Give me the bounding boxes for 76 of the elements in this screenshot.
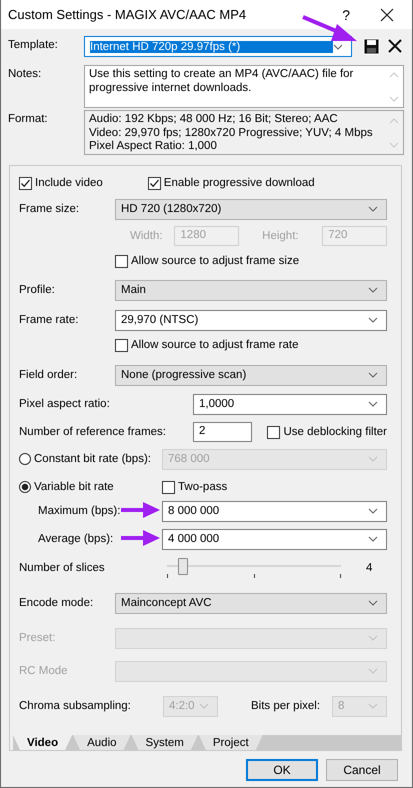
annotation-arrow — [121, 529, 161, 547]
checkbox-label: Allow source to adjust frame size — [131, 255, 300, 267]
field-label: Template: — [8, 38, 59, 51]
format-field: Audio: 192 Kbps; 48 000 Hz; 16 Bit; Stereo; AAC Video: 29,970 fps; 1280x720 Progressive; YUV; 4 Mbps Pixel Aspect Ratio: 1,000 — [84, 110, 404, 155]
tab[interactable]: Video — [13, 735, 72, 750]
chevron-icon — [199, 703, 209, 709]
field-label: Chroma subsampling: — [19, 700, 132, 712]
field-label: Format: — [8, 112, 49, 125]
field-label: RC Mode — [19, 665, 69, 677]
field-label: Profile: — [19, 284, 56, 296]
field-label: Frame rate: — [19, 314, 80, 326]
help-button[interactable]: ? — [342, 6, 350, 22]
checkbox-label: Two-pass — [178, 481, 228, 493]
chevron-icon — [368, 600, 378, 606]
checkbox[interactable] — [148, 176, 161, 190]
chevron-icon — [333, 44, 343, 50]
dropdown[interactable]: None (progressive scan) — [115, 364, 387, 386]
dropdown[interactable]: 1,0000 — [193, 394, 387, 414]
notes-field[interactable]: Use this setting to create an MP4 (AVC/AAC) file for progressive internet downloads. — [84, 65, 404, 108]
delete-icon[interactable] — [388, 39, 402, 53]
chevron-icon — [368, 703, 378, 709]
dropdown[interactable]: Main — [115, 280, 387, 300]
tab[interactable]: Project — [198, 735, 263, 750]
radio-button[interactable] — [19, 481, 31, 493]
tab[interactable]: Audio — [73, 735, 131, 750]
chevron-icon — [368, 536, 378, 542]
dropdown[interactable]: 8 000 000 — [162, 500, 387, 522]
chevron-icon — [368, 668, 378, 674]
field-label: Width: — [129, 230, 164, 242]
close-icon[interactable] — [380, 8, 394, 22]
radio-label: Constant bit rate (bps): — [34, 453, 151, 465]
dropdown[interactable]: Mainconcept AVC — [115, 592, 387, 614]
chevron-icon — [368, 635, 378, 641]
reference-frames-field[interactable]: 2 — [193, 422, 252, 442]
checkbox-label: Include video — [35, 177, 103, 189]
field-label: Notes: — [8, 67, 42, 80]
checkbox[interactable] — [115, 254, 128, 268]
radio-button[interactable] — [19, 453, 31, 465]
field-label: Frame size: — [19, 203, 80, 215]
field-label: Encode mode: — [19, 597, 94, 609]
save-icon[interactable] — [364, 39, 379, 54]
checkbox[interactable] — [115, 338, 128, 352]
checkbox-label: Allow source to adjust frame rate — [131, 339, 298, 351]
checkbox[interactable] — [19, 176, 32, 190]
slider-handle[interactable] — [178, 558, 188, 575]
chevron-icon — [368, 206, 378, 212]
checkbox-label: Use deblocking filter — [283, 426, 387, 438]
chevron-icon — [368, 317, 378, 323]
field-label: Pixel aspect ratio: — [19, 398, 111, 410]
checkbox[interactable] — [267, 426, 280, 438]
field-label: Field order: — [19, 369, 78, 381]
chevron-icon — [368, 456, 378, 462]
field-label: Number of slices — [19, 562, 106, 574]
dropdown[interactable]: 4 000 000 — [162, 528, 387, 550]
checkbox-label: Enable progressive download — [164, 177, 315, 189]
template-dropdown[interactable]: Internet HD 720p 29.97fps (*) — [84, 36, 352, 57]
dropdown[interactable]: HD 720 (1280x720) — [115, 198, 387, 220]
chevron-icon — [368, 401, 378, 407]
dialog-button[interactable]: Cancel — [326, 759, 398, 781]
annotation-arrow — [121, 501, 161, 519]
dropdown[interactable]: 29,970 (NTSC) — [115, 310, 387, 330]
field-label: Number of reference frames: — [19, 426, 168, 438]
field-label: Average (bps): — [37, 533, 114, 545]
chevron-icon — [368, 287, 378, 293]
chevron-icon — [368, 372, 378, 378]
checkbox[interactable] — [162, 480, 175, 494]
field-label: Bits per pixel: — [250, 700, 322, 712]
field-label: Preset: — [19, 632, 56, 644]
radio-label: Variable bit rate — [34, 481, 114, 493]
tab[interactable]: System — [132, 735, 198, 750]
slider-value: 4 — [366, 562, 372, 574]
field-label: Maximum (bps): — [37, 505, 119, 517]
field-label: Height: — [261, 230, 300, 242]
window-title: Custom Settings - MAGIX AVC/AAC MP4 — [8, 7, 248, 22]
dialog-button[interactable]: OK — [246, 759, 318, 781]
chevron-icon — [368, 508, 378, 514]
